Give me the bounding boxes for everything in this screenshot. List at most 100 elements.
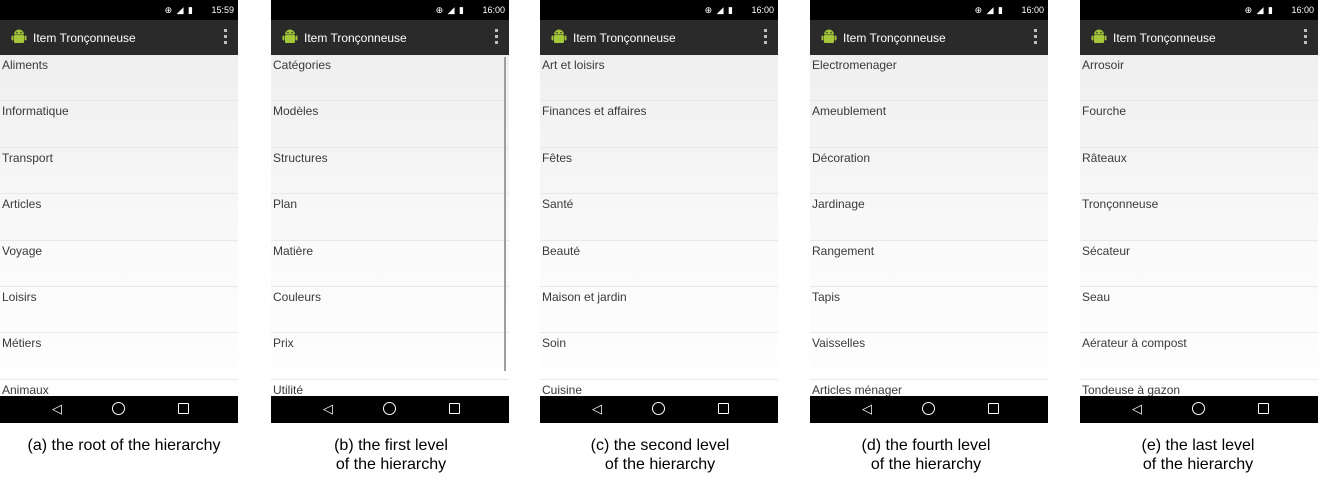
home-icon[interactable]	[922, 402, 935, 415]
list-item[interactable]: Informatique	[0, 101, 238, 148]
list-item[interactable]: Catégories	[271, 55, 509, 102]
home-icon[interactable]	[383, 402, 396, 415]
list-item[interactable]: Vaisselles	[810, 333, 1048, 380]
list-item[interactable]: Ameublement	[810, 101, 1048, 148]
status-time: 16:00	[751, 5, 774, 15]
caption: (c) the second level of the hierarchy	[590, 437, 730, 473]
nav-bar: ◁	[271, 396, 509, 423]
list-item[interactable]: Voyage	[0, 241, 238, 287]
home-icon[interactable]	[652, 402, 665, 415]
caption: (b) the first level of the hierarchy	[334, 437, 448, 473]
app-bar: Item Tronçonneuse	[810, 20, 1048, 55]
status-bar: ⊕ ◢ ▮ 16:00	[810, 0, 1048, 20]
phone-screen-level-1: ⊕ ◢ ▮ 16:00 Item Tronçonneuse Catégories…	[271, 0, 509, 423]
list-item[interactable]: Structures	[271, 148, 509, 195]
back-icon[interactable]: ◁	[1132, 401, 1142, 417]
android-icon	[1091, 29, 1107, 43]
app-title: Item Tronçonneuse	[1113, 31, 1216, 45]
list-item[interactable]: Arrosoir	[1080, 55, 1318, 102]
caption: (e) the last level of the hierarchy	[1141, 437, 1255, 473]
category-list: Electromenager Ameublement Décoration Ja…	[810, 55, 1048, 423]
recent-apps-icon[interactable]	[449, 403, 460, 414]
status-icons: ⊕ ◢ ▮	[974, 5, 1004, 15]
list-item[interactable]: Seau	[1080, 287, 1318, 334]
list-item[interactable]: Aérateur à compost	[1080, 333, 1318, 380]
list-item[interactable]: Rangement	[810, 241, 1048, 287]
status-icons: ⊕ ◢ ▮	[435, 5, 465, 15]
android-icon	[821, 29, 837, 43]
overflow-menu-icon[interactable]	[224, 29, 228, 45]
recent-apps-icon[interactable]	[718, 403, 729, 414]
list-item[interactable]: Santé	[540, 194, 778, 241]
phone-screen-root: ⊕ ◢ ▮ 15:59 Item Tronçonneuse Aliments I…	[0, 0, 238, 423]
overflow-menu-icon[interactable]	[495, 29, 499, 45]
home-icon[interactable]	[1192, 402, 1205, 415]
app-title: Item Tronçonneuse	[843, 31, 946, 45]
back-icon[interactable]: ◁	[862, 401, 872, 417]
back-icon[interactable]: ◁	[592, 401, 602, 417]
caption: (a) the root of the hierarchy	[27, 437, 221, 454]
list-item[interactable]: Métiers	[0, 333, 238, 380]
category-list: Art et loisirs Finances et affaires Fête…	[540, 55, 778, 423]
status-bar: ⊕ ◢ ▮ 15:59	[0, 0, 238, 20]
status-time: 16:00	[1021, 5, 1044, 15]
status-bar: ⊕ ◢ ▮ 16:00	[1080, 0, 1318, 20]
category-list: Arrosoir Fourche Râteaux Tronçonneuse Sé…	[1080, 55, 1318, 423]
recent-apps-icon[interactable]	[178, 403, 189, 414]
list-item[interactable]: Couleurs	[271, 287, 509, 334]
list-item[interactable]: Prix	[271, 333, 509, 380]
app-bar: Item Tronçonneuse	[271, 20, 509, 55]
list-item[interactable]: Sécateur	[1080, 241, 1318, 287]
app-bar: Item Tronçonneuse	[540, 20, 778, 55]
list-item[interactable]: Transport	[0, 148, 238, 195]
app-title: Item Tronçonneuse	[33, 31, 136, 45]
list-item[interactable]: Fourche	[1080, 101, 1318, 148]
list-item[interactable]: Plan	[271, 194, 509, 241]
overflow-menu-icon[interactable]	[1304, 29, 1308, 45]
overflow-menu-icon[interactable]	[1034, 29, 1038, 45]
scrollbar[interactable]	[504, 57, 506, 371]
app-bar: Item Tronçonneuse	[1080, 20, 1318, 55]
status-icons: ⊕ ◢ ▮	[164, 5, 194, 15]
phone-screen-level-2: ⊕ ◢ ▮ 16:00 Item Tronçonneuse Art et loi…	[540, 0, 778, 423]
back-icon[interactable]: ◁	[323, 401, 333, 417]
status-bar: ⊕ ◢ ▮ 16:00	[540, 0, 778, 20]
nav-bar: ◁	[810, 396, 1048, 423]
list-item[interactable]: Beauté	[540, 241, 778, 287]
list-item[interactable]: Articles	[0, 194, 238, 241]
home-icon[interactable]	[112, 402, 125, 415]
list-item[interactable]: Décoration	[810, 148, 1048, 195]
category-list: Catégories Modèles Structures Plan Matiè…	[271, 55, 509, 423]
list-item[interactable]: Fêtes	[540, 148, 778, 195]
caption: (d) the fourth level of the hierarchy	[861, 437, 991, 473]
list-item[interactable]: Râteaux	[1080, 148, 1318, 195]
list-item[interactable]: Aliments	[0, 55, 238, 102]
overflow-menu-icon[interactable]	[764, 29, 768, 45]
list-item[interactable]: Modèles	[271, 101, 509, 148]
list-item[interactable]: Art et loisirs	[540, 55, 778, 102]
list-item[interactable]: Tapis	[810, 287, 1048, 334]
phone-screen-last-level: ⊕ ◢ ▮ 16:00 Item Tronçonneuse Arrosoir F…	[1080, 0, 1318, 423]
status-icons: ⊕ ◢ ▮	[1244, 5, 1274, 15]
recent-apps-icon[interactable]	[988, 403, 999, 414]
nav-bar: ◁	[540, 396, 778, 423]
status-time: 16:00	[1291, 5, 1314, 15]
nav-bar: ◁	[1080, 396, 1318, 423]
list-item[interactable]: Matière	[271, 241, 509, 287]
status-bar: ⊕ ◢ ▮ 16:00	[271, 0, 509, 20]
phone-screen-level-4: ⊕ ◢ ▮ 16:00 Item Tronçonneuse Electromen…	[810, 0, 1048, 423]
list-item[interactable]: Maison et jardin	[540, 287, 778, 334]
list-item[interactable]: Jardinage	[810, 194, 1048, 241]
app-title: Item Tronçonneuse	[573, 31, 676, 45]
category-list: Aliments Informatique Transport Articles…	[0, 55, 238, 423]
list-item[interactable]: Electromenager	[810, 55, 1048, 102]
list-item[interactable]: Finances et affaires	[540, 101, 778, 148]
list-item[interactable]: Loisirs	[0, 287, 238, 334]
nav-bar: ◁	[0, 396, 238, 423]
status-time: 15:59	[211, 5, 234, 15]
app-title: Item Tronçonneuse	[304, 31, 407, 45]
recent-apps-icon[interactable]	[1258, 403, 1269, 414]
back-icon[interactable]: ◁	[52, 401, 62, 417]
list-item[interactable]: Soin	[540, 333, 778, 380]
list-item[interactable]: Tronçonneuse	[1080, 194, 1318, 241]
